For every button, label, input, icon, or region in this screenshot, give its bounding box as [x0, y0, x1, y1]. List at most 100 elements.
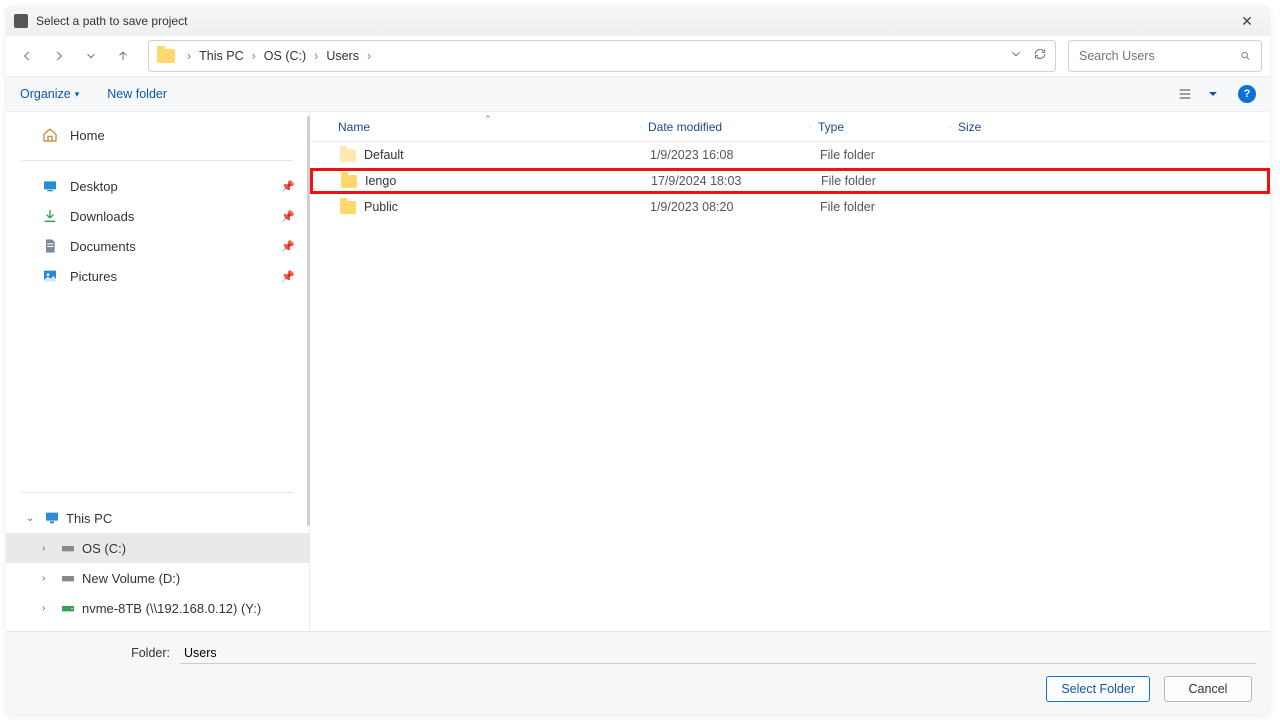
view-options-button[interactable]	[1174, 83, 1196, 105]
help-button[interactable]: ?	[1238, 85, 1256, 103]
tree-label: OS (C:)	[82, 541, 126, 556]
expander-icon[interactable]: ›	[42, 573, 54, 584]
col-type[interactable]: Type	[810, 120, 950, 134]
search-input[interactable]	[1079, 49, 1240, 63]
list-view-icon	[1177, 86, 1193, 102]
breadcrumb-sep: ›	[310, 47, 322, 65]
sidebar-item-label: Downloads	[70, 209, 134, 224]
nav-row: › This PC › OS (C:) › Users ›	[6, 36, 1270, 76]
save-dialog-window: Select a path to save project ✕ › This P…	[6, 6, 1270, 714]
tree-drive-d[interactable]: › New Volume (D:)	[6, 563, 309, 593]
search-box[interactable]	[1068, 40, 1262, 72]
title-bar: Select a path to save project ✕	[6, 6, 1270, 36]
sidebar-desktop[interactable]: Desktop 📌	[6, 171, 309, 201]
col-size[interactable]: Size	[950, 120, 1040, 134]
file-list-area: Name ⌃ Date modified Type Size Default 1/…	[310, 112, 1270, 631]
organize-menu[interactable]: Organize ▾	[20, 87, 79, 101]
sidebar-downloads[interactable]: Downloads 📌	[6, 201, 309, 231]
file-type: File folder	[812, 148, 952, 162]
address-dropdown[interactable]	[1009, 47, 1023, 66]
drive-icon	[60, 540, 76, 556]
file-date: 17/9/2024 18:03	[643, 174, 813, 188]
tree-thispc[interactable]: ⌄ This PC	[6, 503, 309, 533]
button-row: Select Folder Cancel	[20, 676, 1256, 702]
cancel-button[interactable]: Cancel	[1164, 676, 1252, 702]
pin-icon: 📌	[281, 240, 295, 253]
file-type: File folder	[812, 200, 952, 214]
breadcrumb-drive[interactable]: OS (C:)	[260, 47, 310, 65]
pin-icon: 📌	[281, 210, 295, 223]
caret-down-icon	[1205, 86, 1221, 102]
recent-dropdown[interactable]	[78, 43, 104, 69]
file-type: File folder	[813, 174, 953, 188]
back-button[interactable]	[14, 43, 40, 69]
network-drive-icon	[60, 600, 76, 616]
expander-icon[interactable]: ⌄	[26, 513, 38, 524]
sidebar-item-label: Pictures	[70, 269, 117, 284]
file-row[interactable]: Public1/9/2023 08:20File folder	[310, 194, 1270, 220]
dialog-footer: Folder: Select Folder Cancel	[6, 631, 1270, 714]
organize-label: Organize	[20, 87, 71, 101]
forward-button[interactable]	[46, 43, 72, 69]
sidebar: Home Desktop 📌 Downloads 📌	[6, 112, 310, 631]
home-icon	[42, 127, 58, 143]
tree-label: This PC	[66, 511, 112, 526]
pc-icon	[44, 510, 60, 526]
folder-icon	[340, 201, 356, 214]
tree-drive-network[interactable]: › nvme-8TB (\\192.168.0.12) (Y:)	[6, 593, 309, 623]
sidebar-item-label: Documents	[70, 239, 136, 254]
search-icon	[1240, 49, 1251, 63]
folder-icon	[341, 175, 357, 188]
view-dropdown[interactable]	[1202, 83, 1224, 105]
file-row[interactable]: Default 1/9/2023 16:08File folder	[310, 142, 1270, 168]
breadcrumb-thispc[interactable]: This PC	[195, 47, 247, 65]
chevron-down-icon	[84, 49, 98, 63]
pin-icon: 📌	[281, 180, 295, 193]
window-title: Select a path to save project	[36, 14, 1232, 28]
arrow-right-icon	[52, 49, 66, 63]
breadcrumb-sep: ›	[363, 47, 375, 65]
col-date[interactable]: Date modified	[640, 120, 810, 134]
folder-name-row: Folder:	[20, 642, 1256, 664]
pictures-icon	[42, 268, 58, 284]
sidebar-separator	[22, 160, 293, 161]
file-name: Iengo	[365, 174, 396, 188]
address-bar[interactable]: › This PC › OS (C:) › Users ›	[148, 40, 1056, 72]
folder-icon	[340, 149, 356, 162]
col-label: Name	[338, 120, 370, 134]
tree-label: New Volume (D:)	[82, 571, 180, 586]
breadcrumb-sep: ›	[248, 47, 260, 65]
sidebar-pictures[interactable]: Pictures 📌	[6, 261, 309, 291]
file-row[interactable]: Iengo 17/9/2024 18:03File folder	[310, 168, 1270, 194]
sort-indicator-icon: ⌃	[484, 114, 492, 125]
expander-icon[interactable]: ›	[42, 603, 54, 614]
caret-down-icon: ▾	[75, 89, 80, 100]
documents-icon	[42, 238, 58, 254]
new-folder-label: New folder	[107, 87, 167, 101]
sidebar-home[interactable]: Home	[6, 120, 309, 150]
file-name: Default	[364, 148, 404, 162]
download-icon	[42, 208, 58, 224]
pin-icon: 📌	[281, 270, 295, 283]
col-name[interactable]: Name ⌃	[330, 120, 640, 134]
refresh-icon	[1033, 47, 1047, 61]
new-folder-button[interactable]: New folder	[107, 87, 167, 101]
folder-label: Folder:	[20, 646, 180, 660]
file-rows: Default1/9/2023 16:08File folderIengo17/…	[310, 142, 1270, 631]
sidebar-documents[interactable]: Documents 📌	[6, 231, 309, 261]
sidebar-separator	[22, 492, 293, 493]
refresh-button[interactable]	[1033, 47, 1047, 66]
close-button[interactable]: ✕	[1232, 13, 1262, 30]
tree-drive-c[interactable]: › OS (C:)	[6, 533, 309, 563]
dialog-body: Home Desktop 📌 Downloads 📌	[6, 112, 1270, 631]
expander-icon[interactable]: ›	[42, 543, 54, 554]
file-date: 1/9/2023 16:08	[642, 148, 812, 162]
tree-label: nvme-8TB (\\192.168.0.12) (Y:)	[82, 601, 261, 616]
breadcrumb-users[interactable]: Users	[322, 47, 363, 65]
folder-icon	[157, 49, 175, 63]
select-folder-button[interactable]: Select Folder	[1046, 676, 1150, 702]
breadcrumb-sep: ›	[183, 47, 195, 65]
up-button[interactable]	[110, 43, 136, 69]
folder-name-input[interactable]	[180, 642, 1256, 664]
sidebar-home-label: Home	[70, 128, 105, 143]
